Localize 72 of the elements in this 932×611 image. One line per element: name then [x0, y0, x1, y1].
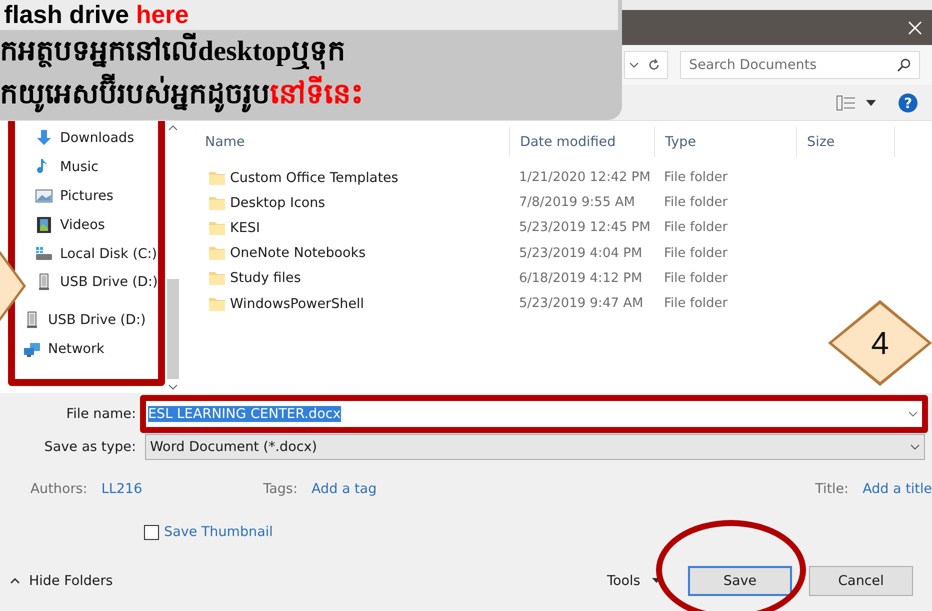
chevron-up-icon	[10, 577, 20, 585]
refresh-icon[interactable]	[647, 58, 661, 72]
sidebar-item[interactable]: Videos	[35, 210, 158, 240]
date-cell-text: 1/21/2020 12:42 PM	[518, 170, 652, 186]
file-name[interactable]: KESI	[230, 220, 260, 236]
property-link[interactable]: Add a tag	[312, 481, 377, 497]
chevron-down-icon[interactable]	[908, 410, 918, 418]
column-header[interactable]: Type	[655, 127, 797, 157]
type-cell-text: File folder	[663, 246, 729, 261]
search-field[interactable]: Search Documents	[680, 51, 920, 79]
type-cell-text: File folder	[663, 170, 729, 186]
address-bar[interactable]	[624, 51, 668, 79]
column-header[interactable]: Date modified	[510, 127, 655, 157]
property-link[interactable]: Add a title	[862, 481, 932, 497]
file-name[interactable]: WindowsPowerShell	[230, 296, 364, 312]
file-type-dropdown[interactable]: Word Document (*.docx)	[145, 434, 925, 460]
chevron-down-icon[interactable]	[910, 443, 920, 451]
folder-icon	[209, 170, 225, 185]
type-cell-text: File folder	[663, 220, 729, 236]
sidebar-item[interactable]: Pictures	[35, 182, 158, 210]
column-header[interactable]: Name	[195, 127, 510, 157]
checkbox-label[interactable]: Save Thumbnail	[164, 524, 273, 540]
save-button[interactable]: Save	[688, 566, 792, 596]
folder-icon	[209, 246, 225, 260]
date-cell-text: 7/8/2019 9:55 AM	[518, 195, 636, 210]
film-icon	[35, 216, 53, 234]
field-label: File name:	[65, 406, 137, 422]
property-label: Authors:	[29, 481, 88, 497]
view-options-icon[interactable]	[836, 94, 856, 110]
sidebar-item[interactable]: USB Drive (D:)	[23, 306, 158, 335]
annotation-text: កអត្ថបទអ្នកនៅលើdesktopឬទុក	[0, 30, 618, 73]
step-number: 4	[871, 324, 889, 362]
date-cell-text: 5/23/2019 4:04 PM	[518, 246, 644, 261]
folder-icon	[209, 196, 225, 210]
folder-icon	[209, 296, 225, 311]
file-name[interactable]: Desktop Icons	[230, 194, 326, 211]
file-name[interactable]: OneNote Notebooks	[230, 245, 366, 262]
scroll-thumb[interactable]	[167, 279, 180, 379]
download-icon	[35, 129, 53, 148]
annotation-text: កយូអេសប៊ីរបស់អ្នកដូចរូបនៅទីនេះ	[0, 73, 618, 116]
type-cell-text: File folder	[663, 195, 729, 210]
caret-icon[interactable]	[866, 100, 876, 106]
sidebar-item[interactable]: Music	[35, 152, 158, 182]
folder-icon	[209, 220, 225, 235]
help-icon[interactable]: ?	[898, 92, 918, 112]
type-cell-text: File folder	[663, 296, 729, 312]
date-cell-text: 5/23/2019 12:45 PM	[518, 220, 652, 236]
date-cell-text: 6/18/2019 4:12 PM	[518, 270, 644, 286]
column-header[interactable]: Size	[797, 127, 895, 157]
search-icon	[897, 58, 911, 72]
property-link[interactable]: LL216	[101, 481, 142, 497]
file-name[interactable]: Study files	[230, 270, 301, 286]
sidebar-item[interactable]: Downloads	[35, 124, 158, 153]
tools-menu[interactable]: Tools	[607, 573, 688, 589]
hide-folders-button[interactable]: Hide Folders	[10, 573, 607, 589]
checkbox[interactable]	[144, 524, 159, 540]
folder-icon	[209, 271, 225, 286]
sidebar-item[interactable]: Local Disk (C:)	[35, 239, 158, 268]
close-icon[interactable]	[908, 20, 922, 34]
cancel-button[interactable]: Cancel	[809, 566, 913, 596]
sidebar-item[interactable]: USB Drive (D:)	[35, 268, 158, 297]
property-label: Tags:	[262, 481, 298, 497]
annotation-text: flash drive here	[0, 0, 618, 30]
property-label: Title:	[814, 481, 849, 497]
sidebar-item[interactable]: Network	[23, 334, 158, 364]
file-name[interactable]: Custom Office Templates	[230, 170, 398, 186]
chevron-down-icon[interactable]	[629, 61, 639, 69]
field-label: Save as type:	[43, 439, 137, 455]
type-cell-text: File folder	[663, 270, 729, 286]
picture-icon	[35, 186, 53, 205]
date-cell-text: 5/23/2019 9:47 AM	[518, 296, 644, 312]
hard-drive-icon	[35, 244, 53, 263]
